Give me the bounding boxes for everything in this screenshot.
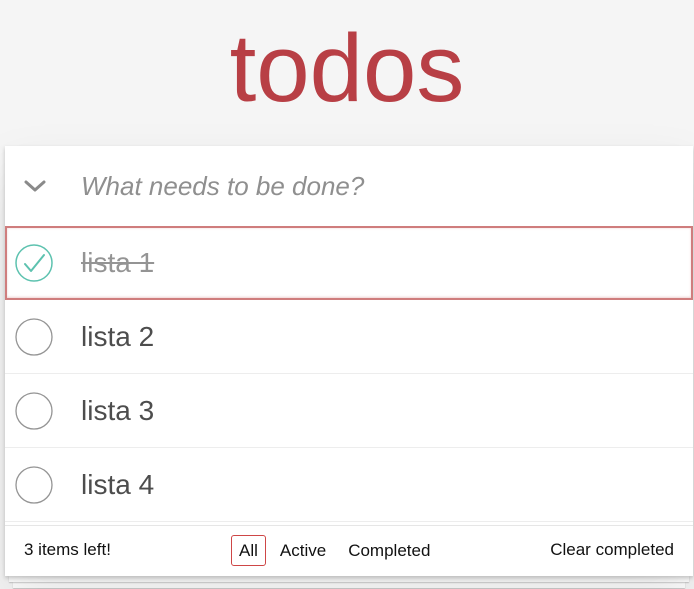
todo-label[interactable]: lista 2 [81, 319, 154, 355]
empty-circle-icon [15, 466, 53, 504]
todo-checkbox[interactable] [14, 465, 54, 505]
todo-item[interactable]: lista 4 [5, 448, 693, 522]
empty-circle-icon [15, 318, 53, 356]
items-left-count: 3 items left! [24, 540, 111, 559]
clear-completed-button[interactable]: Clear completed [550, 540, 674, 560]
todo-checkbox[interactable] [14, 391, 54, 431]
todo-checkbox[interactable] [14, 317, 54, 357]
todo-card: lista 1 lista 2 lista 3 [5, 146, 693, 576]
todo-checkbox-checked[interactable] [14, 243, 54, 283]
app-title: todos [229, 15, 465, 122]
filter-list: All Active Completed [231, 535, 438, 566]
todo-list: lista 1 lista 2 lista 3 lista 4 [5, 226, 693, 522]
toggle-all-button[interactable] [21, 172, 49, 200]
card-stack-shadow [9, 576, 689, 582]
check-circle-icon [15, 244, 53, 282]
filter-completed[interactable]: Completed [340, 535, 438, 566]
new-todo-input[interactable] [81, 164, 671, 208]
card-stack-shadow [13, 582, 685, 588]
footer: 3 items left! All Active Completed Clear… [5, 525, 693, 576]
todo-label[interactable]: lista 1 [81, 245, 154, 281]
todo-item[interactable]: lista 2 [5, 300, 693, 374]
new-todo-row [5, 146, 693, 227]
todo-item[interactable]: lista 3 [5, 374, 693, 448]
filter-all[interactable]: All [231, 535, 266, 566]
todo-item[interactable]: lista 1 [5, 226, 693, 300]
todo-label[interactable]: lista 4 [81, 467, 154, 503]
chevron-down-icon [24, 180, 46, 192]
filter-active[interactable]: Active [272, 535, 334, 566]
empty-circle-icon [15, 392, 53, 430]
todo-label[interactable]: lista 3 [81, 393, 154, 429]
